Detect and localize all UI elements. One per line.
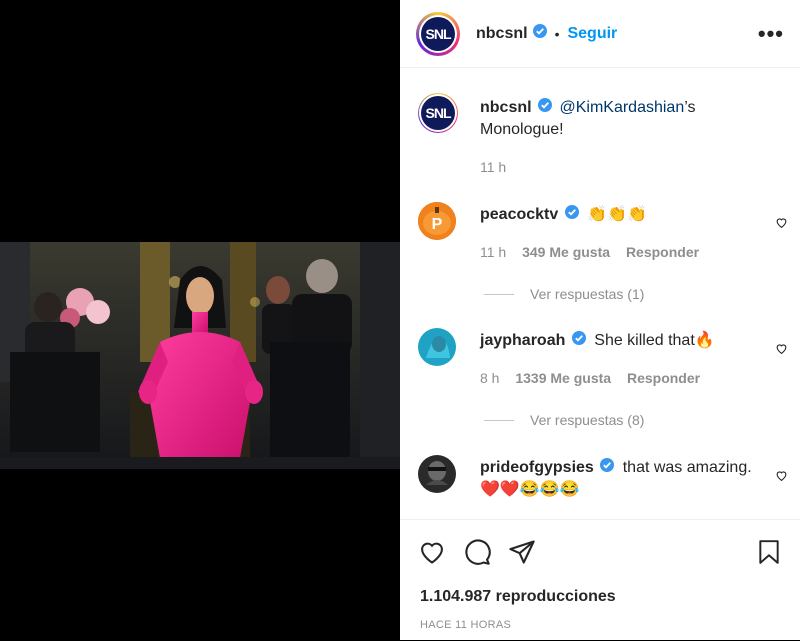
view-count[interactable]: 1.104.987 reproducciones (420, 588, 616, 606)
comment-likes[interactable]: 1339 Me gusta (515, 370, 611, 386)
comment-body: that was amazing. (622, 459, 752, 477)
bookmark-icon[interactable] (756, 538, 782, 566)
jaypharoah-avatar[interactable] (418, 328, 456, 366)
verified-badge-icon (538, 97, 553, 119)
action-bar (418, 538, 536, 566)
follow-button[interactable]: Seguir (567, 25, 617, 43)
video-player[interactable] (0, 242, 400, 469)
comment-username[interactable]: prideofgypsies (480, 459, 594, 476)
post-side-panel: SNL nbcsnl • Seguir ••• SNL nbcsnl @KimK… (400, 0, 800, 640)
comment-time[interactable]: 11 h (480, 244, 506, 260)
post-timestamp[interactable]: HACE 11 HORAS (420, 619, 511, 631)
heart-icon[interactable] (418, 538, 446, 566)
view-replies-button[interactable]: Ver respuestas (8) (484, 412, 644, 428)
svg-text:P: P (432, 216, 443, 233)
replies-divider (484, 293, 514, 295)
comment-like-heart-icon[interactable] (775, 216, 788, 229)
verified-badge-icon (564, 204, 579, 226)
header-username[interactable]: nbcsnl (476, 25, 528, 43)
share-icon[interactable] (508, 538, 536, 566)
caption-avatar[interactable]: SNL (418, 93, 458, 133)
comment-text: peacocktv 👏👏👏 (480, 204, 770, 226)
view-replies-button[interactable]: Ver respuestas (1) (484, 286, 644, 302)
separator-dot: • (554, 25, 560, 42)
replies-divider (484, 419, 514, 421)
view-replies-label[interactable]: Ver respuestas (8) (530, 412, 644, 428)
comments-list[interactable]: SNL nbcsnl @KimKardashian’s Monologue! 1… (400, 69, 800, 529)
peacocktv-avatar[interactable]: P (418, 202, 456, 240)
reply-button[interactable]: Responder (627, 370, 700, 386)
caption-username[interactable]: nbcsnl (480, 99, 532, 116)
comment-text: prideofgypsies that was amazing. ❤️❤️😂😂😂 (480, 457, 770, 501)
comment-like-heart-icon[interactable] (775, 469, 788, 482)
post-header: SNL nbcsnl • Seguir ••• (400, 0, 800, 68)
comment-time[interactable]: 8 h (480, 370, 499, 386)
post-footer: 1.104.987 reproducciones HACE 11 HORAS (400, 519, 800, 641)
comment-meta: 8 h 1339 Me gusta Responder (480, 370, 712, 386)
more-options-button[interactable]: ••• (758, 21, 784, 47)
comment-likes[interactable]: 349 Me gusta (522, 244, 610, 260)
caption-meta: 11 h (480, 159, 518, 175)
verified-badge-icon (571, 330, 586, 352)
comment-body-emojis: ❤️❤️😂😂😂 (480, 481, 580, 499)
caption-time[interactable]: 11 h (480, 159, 506, 175)
comment-body: She killed that🔥 (594, 332, 715, 350)
prideofgypsies-avatar[interactable] (418, 455, 456, 493)
comment-like-heart-icon[interactable] (775, 342, 788, 355)
reply-button[interactable]: Responder (626, 244, 699, 260)
account-avatar[interactable]: SNL (416, 11, 460, 56)
comment-body: 👏👏👏 (587, 206, 647, 224)
comment-username[interactable]: peacocktv (480, 206, 558, 223)
caption-text: nbcsnl @KimKardashian’s Monologue! (480, 97, 770, 141)
comment-username[interactable]: jaypharoah (480, 332, 565, 349)
snl-logo: SNL (421, 96, 455, 130)
verified-badge-icon (600, 457, 615, 479)
comment-meta: 11 h 349 Me gusta Responder (480, 244, 711, 260)
media-area (0, 0, 400, 640)
comment-text: jaypharoah She killed that🔥 (480, 330, 770, 352)
comment-icon[interactable] (463, 538, 491, 566)
caption-mention-link[interactable]: @KimKardashian (559, 99, 684, 116)
video-frame-image (0, 242, 400, 469)
view-replies-label[interactable]: Ver respuestas (1) (530, 286, 644, 302)
instagram-post-viewer: SNL nbcsnl • Seguir ••• SNL nbcsnl @KimK… (0, 0, 800, 640)
snl-logo: SNL (421, 16, 455, 51)
verified-badge-icon (532, 24, 547, 43)
